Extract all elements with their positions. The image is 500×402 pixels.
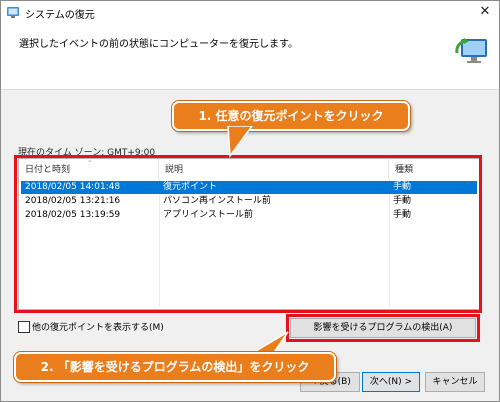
- scan-button-highlight-frame: [286, 314, 480, 342]
- show-more-restore-points-checkbox[interactable]: [18, 321, 30, 333]
- callout-step-1: 1. 任意の復元ポイントをクリック: [172, 101, 410, 131]
- system-restore-icon: [7, 7, 19, 18]
- close-button[interactable]: ✕: [471, 1, 499, 23]
- cancel-button[interactable]: キャンセル: [425, 372, 485, 392]
- close-icon: ✕: [479, 4, 491, 19]
- callout-step-1-pointer: [227, 126, 253, 158]
- wizard-header: 選択したイベントの前の状態にコンピューターを復元します。: [1, 23, 499, 90]
- show-more-restore-points-label[interactable]: 他の復元ポイントを表示する(M): [32, 320, 164, 333]
- callout-step-2-text: 2. 「影響を受けるプログラムの検出」をクリック: [40, 360, 310, 374]
- computer-restore-icon: [455, 38, 487, 63]
- instruction-text: 選択したイベントの前の状態にコンピューターを復元します。: [19, 39, 298, 50]
- next-button[interactable]: 次へ(N) >: [362, 372, 420, 392]
- callout-step-1-text: 1. 任意の復元ポイントをクリック: [198, 109, 384, 123]
- title-bar: システムの復元 ✕: [1, 1, 499, 23]
- callout-step-2: 2. 「影響を受けるプログラムの検出」をクリック: [14, 352, 336, 382]
- window-title: システムの復元: [25, 10, 95, 21]
- list-highlight-frame: [14, 155, 482, 313]
